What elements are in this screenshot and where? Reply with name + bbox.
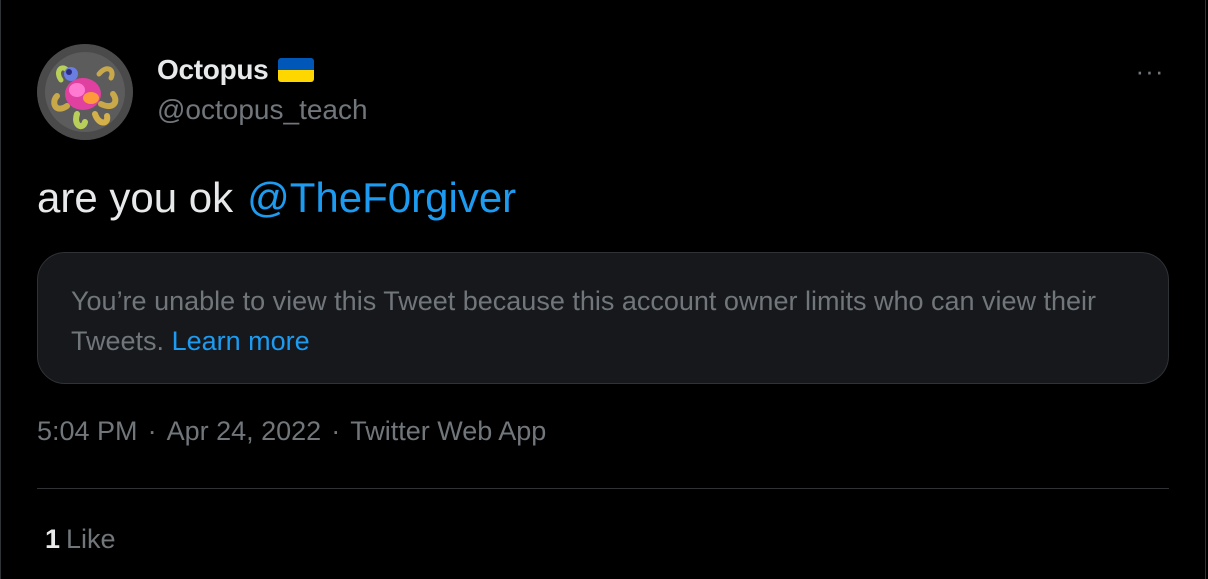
divider (37, 488, 1169, 489)
tweet-text: are you ok @TheF0rgiver (37, 174, 516, 222)
tweet-body: are you ok (37, 174, 234, 221)
flag-top-stripe (278, 58, 315, 70)
octopus-avatar-icon (37, 44, 133, 140)
unavailable-tweet-notice: You’re unable to view this Tweet because… (37, 252, 1169, 384)
likes-count: 1 (45, 524, 61, 554)
tweet-container: Octopus @octopus_teach ··· are you ok @Th… (0, 0, 1206, 579)
author-handle[interactable]: @octopus_teach (157, 94, 368, 126)
more-options-button[interactable]: ··· (1133, 56, 1167, 86)
ukraine-flag-icon (278, 58, 315, 82)
tweet-source[interactable]: Twitter Web App (350, 416, 546, 447)
author-name-row: Octopus (157, 54, 315, 86)
author-display-name[interactable]: Octopus (157, 54, 269, 86)
learn-more-link[interactable]: Learn more (172, 326, 310, 356)
likes-label: Like (66, 524, 116, 554)
tweet-metadata: 5:04 PM · Apr 24, 2022 · Twitter Web App (37, 416, 546, 447)
ellipsis-icon: ··· (1135, 55, 1165, 86)
likes-count-link[interactable]: 1 Like (45, 524, 116, 555)
tweet-time[interactable]: 5:04 PM (37, 416, 138, 447)
meta-separator: · (331, 416, 341, 446)
flag-bottom-stripe (278, 70, 315, 82)
meta-separator: · (147, 416, 157, 446)
mention-link[interactable]: @TheF0rgiver (247, 174, 516, 221)
avatar[interactable] (37, 44, 133, 140)
tweet-date[interactable]: Apr 24, 2022 (167, 416, 322, 447)
